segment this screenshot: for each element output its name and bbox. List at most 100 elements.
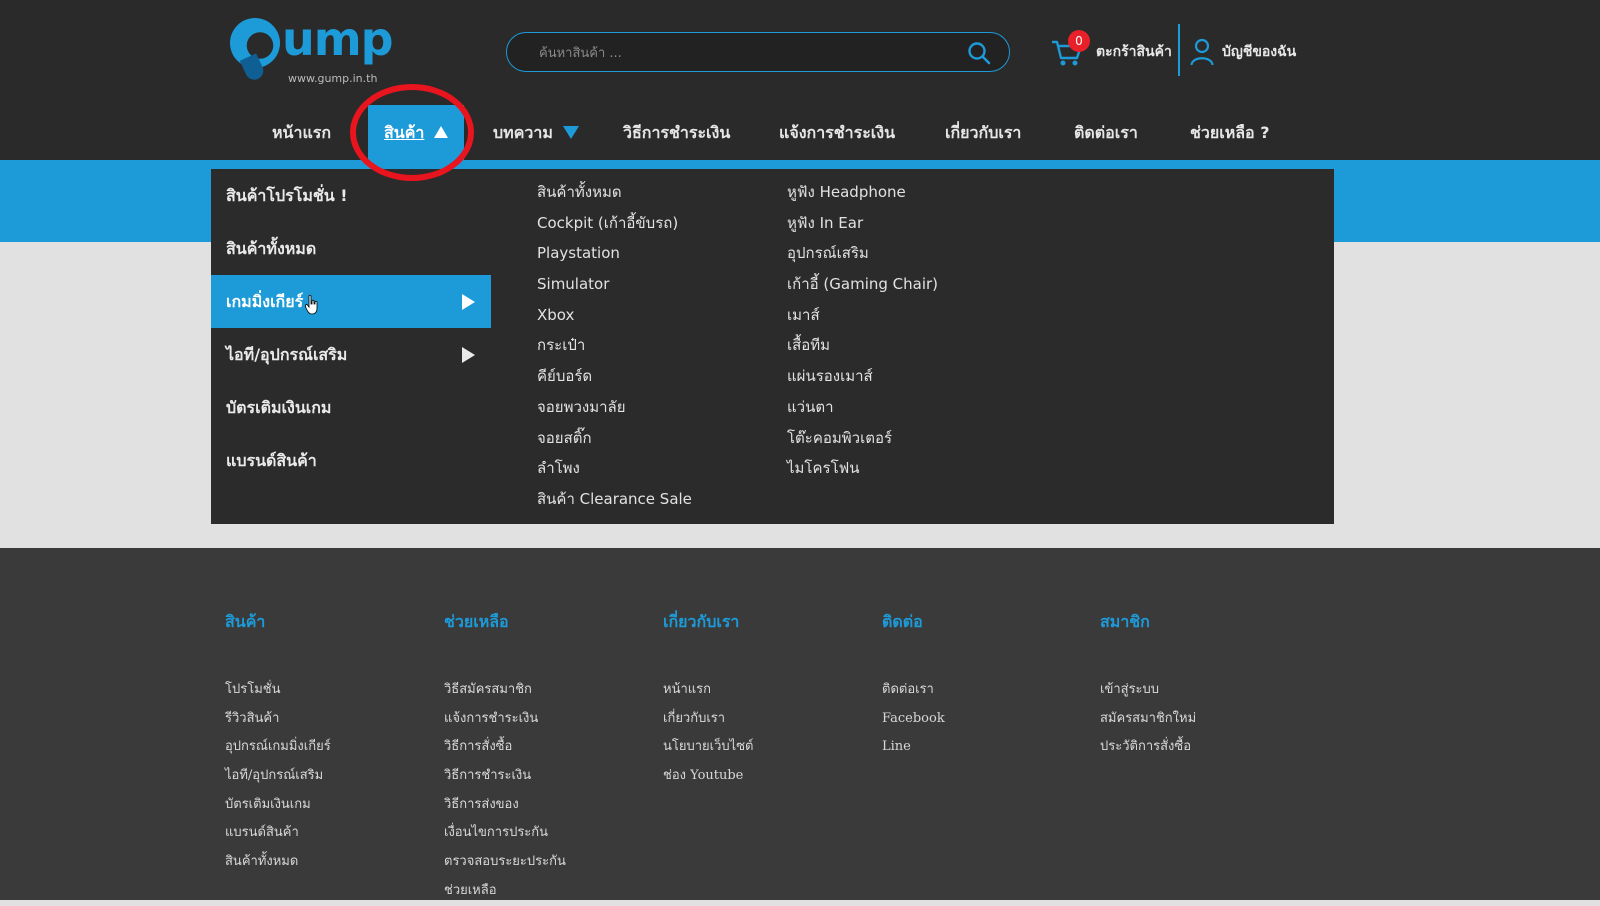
category-game-cards[interactable]: บัตรเติมเงินเกม [211, 381, 491, 434]
account-button[interactable]: บัญชีของฉัน [1190, 32, 1296, 72]
category-label: แบรนด์สินค้า [226, 451, 317, 470]
search-icon[interactable] [967, 41, 991, 65]
subcategory-link[interactable]: อุปกรณ์เสริม [787, 238, 938, 269]
header-divider [1178, 24, 1180, 76]
subcategory-link[interactable]: เสื้อทีม [787, 330, 938, 361]
footer-link[interactable]: แจ้งการชำระเงิน [444, 705, 566, 734]
subcategory-link[interactable]: หูฟัง In Ear [787, 208, 938, 239]
subcategory-link[interactable]: หูฟัง Headphone [787, 177, 938, 208]
site-footer: สินค้า โปรโมชั่น รีวิวสินค้า อุปกรณ์เกมม… [0, 548, 1600, 900]
nav-payment-notify-label: แจ้งการชำระเงิน [779, 123, 896, 142]
footer-column-member: สมาชิก เข้าสู่ระบบ สมัครสมาชิกใหม่ ประวั… [1100, 610, 1196, 762]
footer-heading: เกี่ยวกับเรา [663, 612, 740, 631]
nav-help[interactable]: ช่วยเหลือ ? [1190, 105, 1270, 160]
footer-link[interactable]: ตรวจสอบระยะประกัน [444, 848, 566, 877]
footer-heading: ติดต่อ [882, 612, 923, 631]
footer-link[interactable]: บัตรเติมเงินเกม [225, 791, 331, 820]
nav-products-label: สินค้า [384, 123, 425, 142]
category-all-products[interactable]: สินค้าทั้งหมด [211, 222, 491, 275]
footer-link[interactable]: อุปกรณ์เกมมิ่งเกียร์ [225, 733, 331, 762]
logo-url: www.gump.in.th [288, 72, 378, 85]
subcategory-link[interactable]: โต๊ะคอมพิวเตอร์ [787, 423, 938, 454]
chevron-right-icon [462, 294, 475, 310]
footer-link[interactable]: เกี่ยวกับเรา [663, 705, 753, 734]
footer-column-products: สินค้า โปรโมชั่น รีวิวสินค้า อุปกรณ์เกมม… [225, 610, 331, 877]
footer-column-help: ช่วยเหลือ วิธีสมัครสมาชิก แจ้งการชำระเงิ… [444, 610, 566, 906]
category-brands[interactable]: แบรนด์สินค้า [211, 434, 491, 487]
footer-link[interactable]: วิธีการชำระเงิน [444, 762, 566, 791]
footer-heading: ช่วยเหลือ [444, 612, 509, 631]
footer-link[interactable]: สินค้าทั้งหมด [225, 848, 331, 877]
subcategory-link[interactable]: สินค้าทั้งหมด [537, 177, 692, 208]
footer-link[interactable]: ติดต่อเรา [882, 676, 945, 705]
footer-link[interactable]: นโยบายเว็บไซต์ [663, 733, 753, 762]
subcategory-column-2: หูฟัง Headphone หูฟัง In Ear อุปกรณ์เสริ… [787, 177, 938, 484]
cart-icon: 0 [1050, 30, 1090, 68]
nav-products[interactable]: สินค้า [368, 105, 465, 160]
user-icon [1190, 38, 1214, 66]
hand-cursor-icon [305, 295, 318, 315]
footer-link[interactable]: ประวัติการสั่งซื้อ [1100, 733, 1196, 762]
subcategory-link[interactable]: Cockpit (เก้าอี้ขับรถ) [537, 208, 692, 239]
subcategory-link[interactable]: แว่นตา [787, 392, 938, 423]
subcategory-link[interactable]: เมาส์ [787, 300, 938, 331]
footer-link[interactable]: Facebook [882, 705, 945, 734]
category-list: สินค้าโปรโมชั่น ! สินค้าทั้งหมด เกมมิ่งเ… [211, 169, 491, 487]
subcategory-link[interactable]: ไมโครโฟน [787, 453, 938, 484]
category-promotion[interactable]: สินค้าโปรโมชั่น ! [211, 169, 491, 222]
footer-link[interactable]: วิธีการส่งของ [444, 791, 566, 820]
nav-home-label: หน้าแรก [272, 123, 332, 142]
caret-down-icon [562, 126, 579, 139]
footer-link[interactable]: ช่อง Youtube [663, 762, 753, 791]
category-gaming-gear[interactable]: เกมมิ่งเกียร์ [211, 275, 491, 328]
subcategory-link[interactable]: คีย์บอร์ด [537, 361, 692, 392]
subcategory-link[interactable]: ลำโพง [537, 453, 692, 484]
footer-link[interactable]: วิธีสมัครสมาชิก [444, 676, 566, 705]
logo-text: ump [282, 12, 394, 66]
footer-link[interactable]: รีวิวสินค้า [225, 705, 331, 734]
footer-link[interactable]: Line [882, 733, 945, 762]
footer-heading: สินค้า [225, 612, 266, 631]
account-label: บัญชีของฉัน [1222, 44, 1297, 60]
category-it-accessories[interactable]: ไอที/อุปกรณ์เสริม [211, 328, 491, 381]
subcategory-link[interactable]: Xbox [537, 300, 692, 331]
site-header: ump www.gump.in.th 0 ตะกร้าสินค้า บัญชีข… [0, 0, 1600, 160]
footer-link[interactable]: หน้าแรก [663, 676, 753, 705]
subcategory-link[interactable]: กระเป๋า [537, 330, 692, 361]
footer-link[interactable]: เข้าสู่ระบบ [1100, 676, 1196, 705]
footer-link[interactable]: วิธีการสั่งซื้อ [444, 733, 566, 762]
subcategory-link[interactable]: Simulator [537, 269, 692, 300]
subcategory-link[interactable]: จอยพวงมาลัย [537, 392, 692, 423]
subcategory-link[interactable]: Playstation [537, 238, 692, 269]
subcategory-link[interactable]: จอยสติ๊ก [537, 423, 692, 454]
footer-link[interactable]: สมัครสมาชิกใหม่ [1100, 705, 1196, 734]
cart-button[interactable]: 0 ตะกร้าสินค้า [1050, 30, 1172, 74]
footer-column-about: เกี่ยวกับเรา หน้าแรก เกี่ยวกับเรา นโยบาย… [663, 610, 753, 791]
footer-link[interactable]: แบรนด์สินค้า [225, 819, 331, 848]
category-label: ไอที/อุปกรณ์เสริม [226, 345, 348, 364]
footer-link[interactable]: ช่วยเหลือ [444, 877, 566, 906]
subcategory-link[interactable]: แผ่นรองเมาส์ [787, 361, 938, 392]
footer-link[interactable]: เงื่อนไขการประกัน [444, 819, 566, 848]
search-box [506, 32, 1010, 72]
subcategory-link[interactable]: สินค้า Clearance Sale [537, 484, 692, 515]
subcategory-column-1: สินค้าทั้งหมด Cockpit (เก้าอี้ขับรถ) Pla… [537, 177, 692, 515]
caret-up-icon [434, 125, 449, 138]
nav-home[interactable]: หน้าแรก [272, 105, 331, 160]
nav-payment-methods[interactable]: วิธีการชำระเงิน [623, 105, 730, 160]
subcategory-link[interactable]: เก้าอี้ (Gaming Chair) [787, 269, 938, 300]
products-mega-menu: สินค้าโปรโมชั่น ! สินค้าทั้งหมด เกมมิ่งเ… [211, 169, 1334, 524]
footer-column-contact: ติดต่อ ติดต่อเรา Facebook Line [882, 610, 945, 762]
nav-about[interactable]: เกี่ยวกับเรา [945, 105, 1021, 160]
nav-contact[interactable]: ติดต่อเรา [1074, 105, 1138, 160]
nav-help-label: ช่วยเหลือ ? [1190, 123, 1270, 142]
nav-about-label: เกี่ยวกับเรา [945, 123, 1022, 142]
footer-link[interactable]: ไอที/อุปกรณ์เสริม [225, 762, 331, 791]
nav-payment-notify[interactable]: แจ้งการชำระเงิน [779, 105, 895, 160]
footer-link[interactable]: โปรโมชั่น [225, 676, 331, 705]
nav-articles[interactable]: บทความ [493, 105, 579, 160]
site-logo[interactable]: ump www.gump.in.th [226, 12, 406, 90]
search-input[interactable] [537, 41, 961, 65]
main-nav: หน้าแรก สินค้า บทความ วิธีการชำระเงิน แจ… [0, 105, 1600, 160]
cart-count-badge: 0 [1068, 30, 1090, 52]
